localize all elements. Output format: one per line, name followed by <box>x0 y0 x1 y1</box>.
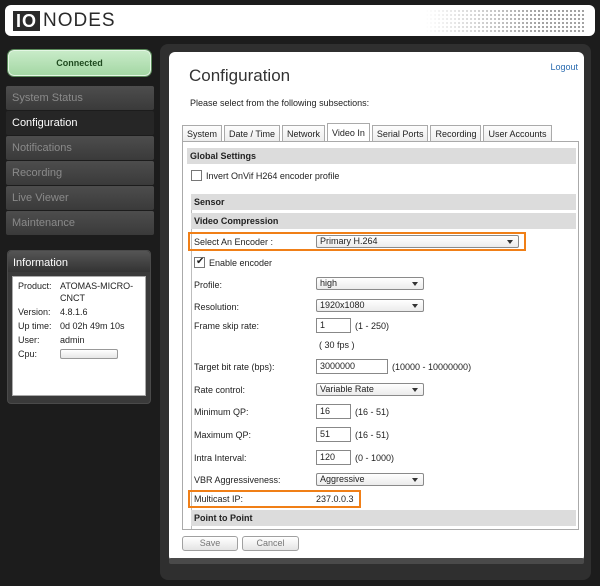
user-value: admin <box>60 335 85 345</box>
cpu-usage-bar <box>60 349 118 359</box>
ratecontrol-select[interactable]: Variable Rate <box>316 383 424 396</box>
tab-network[interactable]: Network <box>282 125 326 142</box>
ionodes-logo: IO NODES <box>13 11 116 31</box>
chevron-down-icon <box>412 478 418 482</box>
chevron-down-icon <box>507 240 513 244</box>
header-bar: IO NODES <box>5 5 595 36</box>
tab-system[interactable]: System <box>182 125 223 142</box>
intra-input[interactable]: 120 <box>316 450 351 465</box>
sidebar-item-notifications[interactable]: Notifications <box>6 136 154 160</box>
version-value: 4.8.1.6 <box>60 307 88 317</box>
minqp-input[interactable]: 16 <box>316 404 351 419</box>
frameskip-range: (1 - 250) <box>355 321 390 331</box>
maxqp-input[interactable]: 51 <box>316 427 351 442</box>
maxqp-label: Maximum QP: <box>194 430 252 440</box>
logo-io: IO <box>13 11 41 31</box>
main-area: Logout Configuration Please select from … <box>160 44 591 580</box>
intra-label: Intra Interval: <box>194 453 247 463</box>
sidebar-item-live-viewer[interactable]: Live Viewer <box>6 186 154 210</box>
chevron-down-icon <box>412 282 418 286</box>
fps-note: ( 30 fps ) <box>319 340 355 350</box>
user-label: User: <box>18 335 40 345</box>
encoder-label: Select An Encoder : <box>194 237 274 247</box>
encoder-select[interactable]: Primary H.264 <box>316 235 519 248</box>
version-label: Version: <box>18 307 51 317</box>
enable-encoder-checkbox[interactable] <box>194 256 205 268</box>
ratecontrol-select-value: Variable Rate <box>320 384 374 394</box>
page-subtitle: Please select from the following subsect… <box>190 98 370 108</box>
frameskip-label: Frame skip rate: <box>194 321 260 331</box>
logout-link[interactable]: Logout <box>550 62 578 72</box>
configuration-panel: Logout Configuration Please select from … <box>169 52 584 562</box>
panel-bottom-strip <box>169 558 584 564</box>
resolution-label: Resolution: <box>194 302 240 312</box>
resolution-select-value: 1920x1080 <box>320 300 365 310</box>
sidebar-item-maintenance[interactable]: Maintenance <box>6 211 154 235</box>
encoder-select-value: Primary H.264 <box>320 236 378 246</box>
tab-video-in[interactable]: Video In <box>327 123 370 143</box>
video-compression-header: Video Compression <box>191 213 576 229</box>
multicast-value[interactable]: 237.0.0.3 <box>316 494 354 504</box>
minqp-range: (16 - 51) <box>355 407 390 417</box>
global-settings-header: Global Settings <box>187 148 576 164</box>
dot-pattern-decoration <box>425 9 585 33</box>
sidebar-item-recording[interactable]: Recording <box>6 161 154 185</box>
chevron-down-icon <box>412 304 418 308</box>
tab-date-time[interactable]: Date / Time <box>224 125 281 142</box>
point-to-point-header: Point to Point <box>191 510 576 526</box>
vbr-select-value: Aggressive <box>320 474 365 484</box>
sidebar-item-configuration[interactable]: Configuration <box>6 111 154 135</box>
multicast-label: Multicast IP: <box>194 494 244 504</box>
video-in-content: Global Settings Invert OnVif H264 encode… <box>182 141 579 530</box>
vbr-label: VBR Aggressiveness: <box>194 475 281 485</box>
vbr-select[interactable]: Aggressive <box>316 473 424 486</box>
config-tabs: System Date / Time Network Video In Seri… <box>182 123 554 143</box>
cpu-label: Cpu: <box>18 349 38 359</box>
invert-onvif-checkbox[interactable] <box>191 170 202 181</box>
information-body: Product: ATOMAS-MICRO-CNCT Version: 4.8.1.… <box>12 276 146 396</box>
profile-label: Profile: <box>194 280 223 290</box>
tab-recording[interactable]: Recording <box>430 125 482 142</box>
ratecontrol-label: Rate control: <box>194 385 246 395</box>
frameskip-input[interactable]: 1 <box>316 318 351 333</box>
bitrate-label: Target bit rate (bps): <box>194 362 275 372</box>
minqp-label: Minimum QP: <box>194 407 249 417</box>
invert-onvif-label: Invert OnVif H264 encoder profile <box>206 171 340 181</box>
sidebar-item-system-status[interactable]: System Status <box>6 86 154 110</box>
enable-encoder-label: Enable encoder <box>209 258 273 268</box>
profile-select[interactable]: high <box>316 277 424 290</box>
chevron-down-icon <box>412 388 418 392</box>
save-button[interactable]: Save <box>182 536 238 551</box>
intra-range: (0 - 1000) <box>355 453 395 463</box>
bitrate-range: (10000 - 10000000) <box>392 362 472 372</box>
profile-select-value: high <box>320 278 338 288</box>
bitrate-input[interactable]: 3000000 <box>316 359 388 374</box>
resolution-select[interactable]: 1920x1080 <box>316 299 424 312</box>
information-panel: Information Product: ATOMAS-MICRO-CNCT Ve… <box>7 250 151 404</box>
sensor-header: Sensor <box>191 194 576 210</box>
product-label: Product: <box>18 281 52 291</box>
maxqp-range: (16 - 51) <box>355 430 390 440</box>
tab-user-accounts[interactable]: User Accounts <box>483 125 552 142</box>
logo-nodes: NODES <box>43 10 116 31</box>
tab-serial-ports[interactable]: Serial Ports <box>371 125 429 142</box>
cancel-button[interactable]: Cancel <box>242 536 299 551</box>
page-title: Configuration <box>189 66 291 85</box>
information-title: Information <box>8 251 150 272</box>
sidebar-nav: System Status Configuration Notification… <box>6 86 154 236</box>
uptime-value: 0d 02h 49m 10s <box>60 321 125 331</box>
product-value: ATOMAS-MICRO-CNCT <box>60 281 134 303</box>
connection-status-button[interactable]: Connected <box>8 50 151 76</box>
uptime-label: Up time: <box>18 321 52 331</box>
